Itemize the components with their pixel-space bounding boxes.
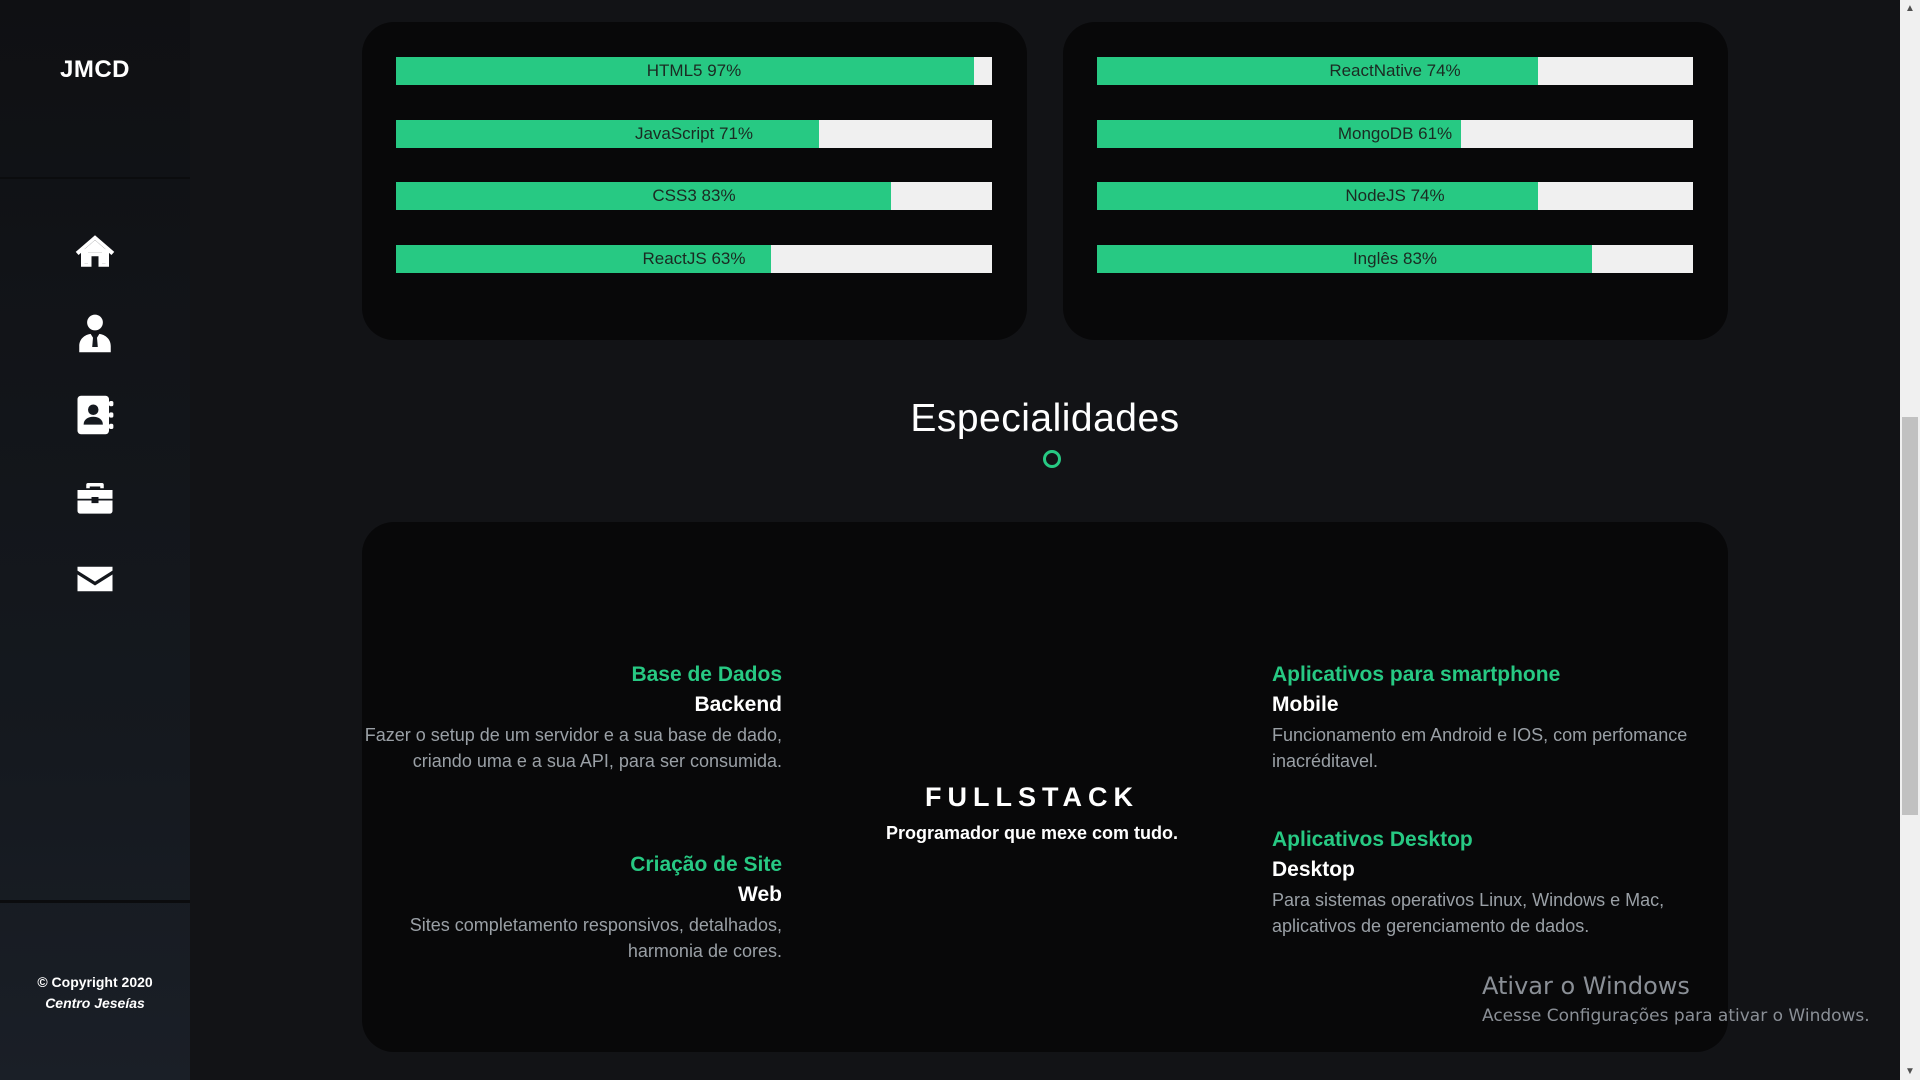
mail-icon [77, 566, 113, 592]
skill-bar-label: NodeJS 74% [1345, 186, 1445, 205]
skill-bar: Inglês 83% [1097, 245, 1693, 273]
sidebar-divider [0, 900, 190, 903]
specialty-item: Base de Dados Backend Fazer o setup de u… [362, 660, 782, 774]
brand-logo[interactable]: JMCD [0, 0, 190, 179]
specialty-item: Aplicativos Desktop Desktop Para sistema… [1272, 825, 1692, 939]
watermark-title: Ativar o Windows [1482, 972, 1690, 1000]
specialty-title: Aplicativos Desktop [1272, 828, 1473, 851]
nav-contact[interactable] [0, 538, 190, 620]
specialty-subtitle: Backend [694, 693, 782, 716]
skill-bar-label: CSS3 83% [652, 186, 736, 205]
specialty-item: Aplicativos para smartphone Mobile Funci… [1272, 660, 1692, 774]
watermark-text: Acesse Configurações para ativar o Windo… [1482, 1006, 1870, 1026]
specialty-description: Funcionamento em Android e IOS, com perf… [1272, 725, 1688, 771]
scrollbar-thumb[interactable] [1902, 417, 1918, 815]
nav-resume[interactable] [0, 374, 190, 456]
sidebar: JMCD © Copyright 2020 Centro Jeseías [0, 0, 190, 1080]
specialty-description: Para sistemas operativos Linux, Windows … [1272, 890, 1665, 936]
skill-bar: HTML5 97% [396, 57, 992, 85]
scroll-down-arrow-icon[interactable]: ▼ [1900, 1063, 1920, 1080]
skill-bar: MongoDB 61% [1097, 120, 1693, 148]
nav-portfolio[interactable] [0, 456, 190, 538]
skill-bar-label: ReactJS 63% [642, 249, 746, 268]
home-icon [75, 235, 115, 267]
title-dot-icon [1043, 450, 1061, 468]
specialty-description: Fazer o setup de um servidor e a sua bas… [364, 725, 782, 771]
skill-bar-label: Inglês 83% [1352, 249, 1438, 268]
skill-bar: JavaScript 71% [396, 120, 992, 148]
skill-bar: CSS3 83% [396, 182, 992, 210]
specialty-subtitle: Mobile [1272, 693, 1339, 716]
skill-bar-label: MongoDB 61% [1337, 124, 1453, 143]
nav-about[interactable] [0, 292, 190, 374]
windows-activation-watermark: Ativar o Windows Acesse Configurações pa… [1482, 972, 1870, 1026]
skill-bar-label: HTML5 97% [646, 61, 742, 80]
scroll-up-arrow-icon[interactable]: ▲ [1900, 0, 1920, 17]
sidebar-nav [0, 210, 190, 620]
copyright-line1: © Copyright 2020 [37, 974, 153, 990]
specialty-title: Base de Dados [631, 663, 782, 686]
brand-name: JMCD [59, 55, 130, 83]
skill-bar-label: ReactNative 74% [1329, 61, 1461, 80]
specialty-subtitle: Web [738, 883, 782, 906]
section-title: Especialidades [910, 397, 1180, 440]
specialty-title: Criação de Site [630, 853, 782, 876]
specialty-title: Aplicativos para smartphone [1272, 663, 1561, 686]
nav-home[interactable] [0, 210, 190, 292]
skill-bar: ReactJS 63% [396, 245, 992, 273]
skills-card-left: HTML5 97% JavaScript 71% CSS3 83% ReactJ… [362, 22, 1027, 340]
fullstack-subtitle: Programador que mexe com tudo. [885, 823, 1179, 843]
skill-bar: NodeJS 74% [1097, 182, 1693, 210]
skills-card-right: ReactNative 74% MongoDB 61% NodeJS 74% I… [1063, 22, 1728, 340]
specialty-description: Sites completamento responsivos, detalha… [409, 915, 782, 961]
specialty-item: Criação de Site Web Sites completamento … [362, 850, 782, 964]
user-icon [79, 314, 111, 353]
fullstack-title: FULLSTACK [925, 782, 1139, 812]
skill-bar-label: JavaScript 71% [634, 124, 754, 143]
contact-book-icon [77, 395, 114, 435]
briefcase-icon [77, 483, 113, 514]
copyright-line2: Centro Jeseías [45, 995, 145, 1011]
skill-bar: ReactNative 74% [1097, 57, 1693, 85]
copyright: © Copyright 2020 Centro Jeseías [0, 972, 190, 1014]
fullstack-block: FULLSTACK Programador que mexe com tudo. [862, 782, 1202, 844]
specialty-subtitle: Desktop [1272, 858, 1355, 881]
